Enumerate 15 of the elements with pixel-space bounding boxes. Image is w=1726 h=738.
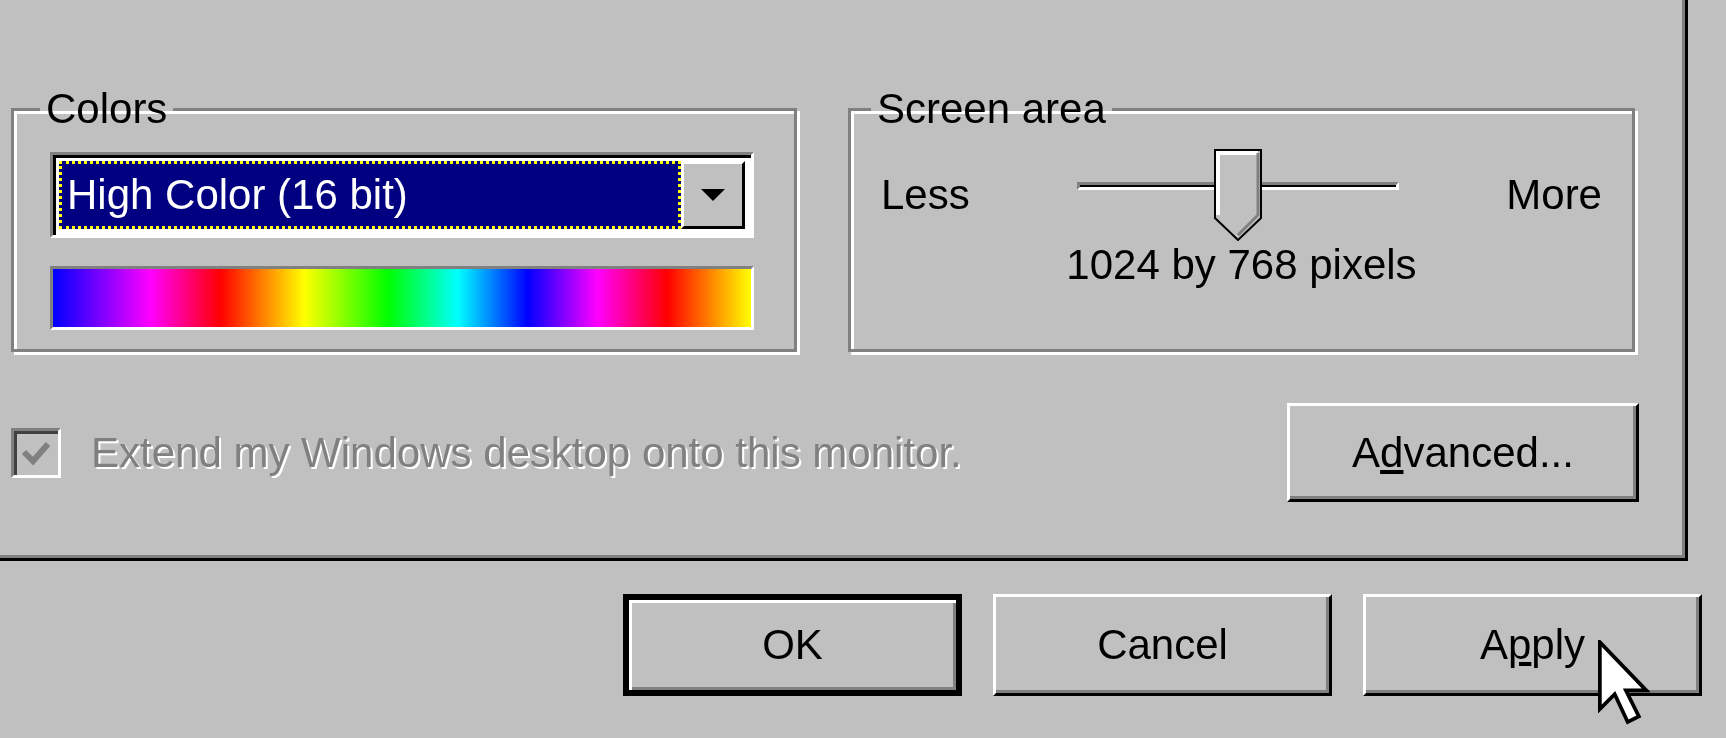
dropdown-arrow-icon[interactable] <box>701 189 725 201</box>
resolution-reading: 1024 by 768 pixels <box>1065 244 1418 286</box>
group-label: Screen area <box>876 88 1107 130</box>
dialog-button[interactable]: OK <box>623 594 962 696</box>
colors-dropdown[interactable]: High Color (16 bit) <box>50 152 754 238</box>
advanced-button[interactable]: Advanced... <box>1287 403 1639 502</box>
dropdown-value: High Color (16 bit) <box>59 161 681 229</box>
min-label: Less <box>881 174 970 216</box>
checkbox-label: Extend my Windows desktop onto this monitor. <box>91 431 962 474</box>
group-label: Colors <box>45 88 169 130</box>
dialog-button[interactable]: Apply <box>1363 594 1702 696</box>
mouse-pointer-icon <box>1598 640 1650 726</box>
max-label: More <box>1506 174 1602 216</box>
checkmark-icon <box>21 439 51 466</box>
dialog-button[interactable]: Cancel <box>993 594 1332 696</box>
